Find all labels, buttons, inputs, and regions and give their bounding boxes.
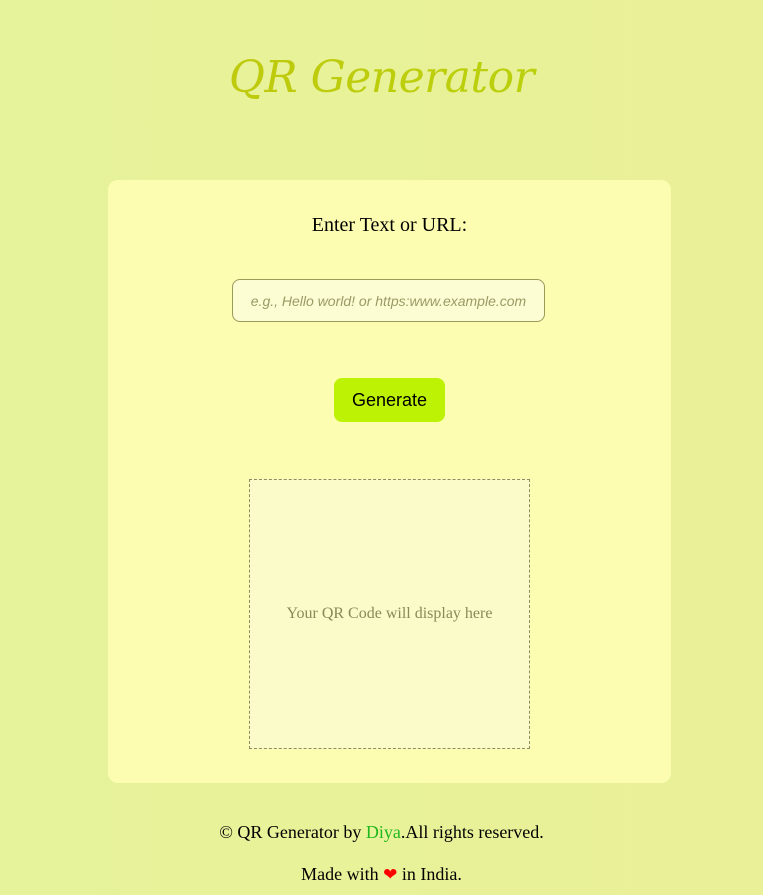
copyright-prefix: © QR Generator by <box>219 822 366 842</box>
heart-icon: ❤ <box>383 865 398 885</box>
text-url-input[interactable] <box>232 279 545 322</box>
copyright-suffix: .All rights reserved. <box>400 822 544 842</box>
author-name: Diya <box>365 822 401 842</box>
copyright-line: © QR Generator by Diya.All rights reserv… <box>0 822 763 843</box>
made-suffix: in India. <box>397 864 462 884</box>
page-title: QR Generator <box>0 52 763 103</box>
made-prefix: Made with <box>301 864 384 884</box>
made-with-line: Made with ❤ in India. <box>0 864 763 885</box>
input-label: Enter Text or URL: <box>311 214 468 236</box>
qr-placeholder-text: Your QR Code will display here <box>286 605 493 622</box>
generator-card: Enter Text or URL: Generate Your QR Code… <box>108 180 671 783</box>
qr-code-display: Your QR Code will display here <box>249 479 530 749</box>
generate-button[interactable]: Generate <box>334 378 445 422</box>
